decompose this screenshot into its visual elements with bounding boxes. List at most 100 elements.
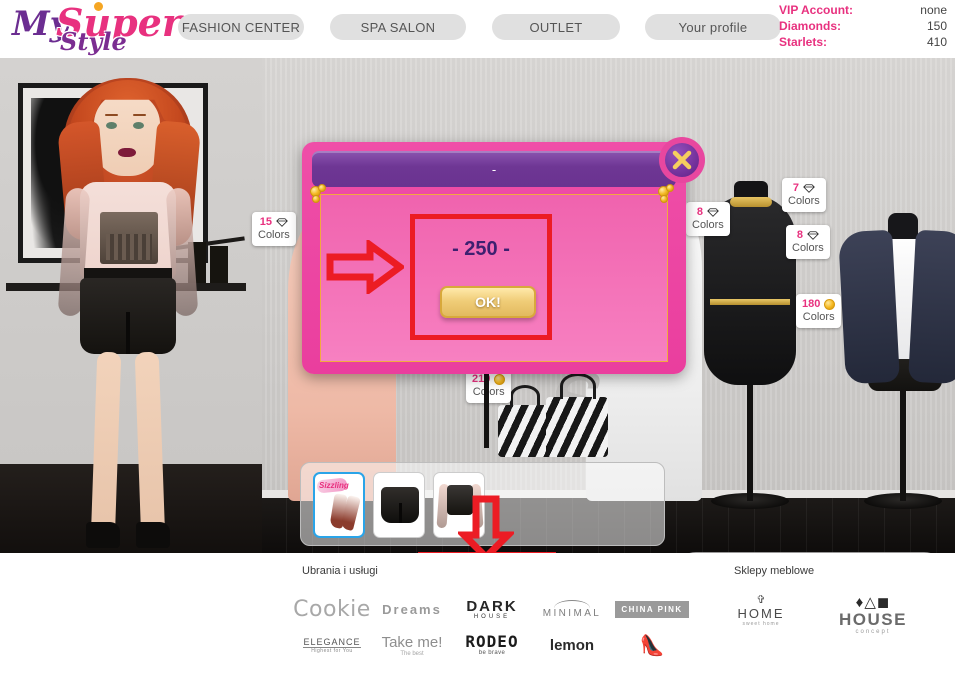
account-row-diamonds: Diamonds: 150 — [779, 18, 947, 34]
close-icon — [672, 150, 692, 170]
price-tag-top: 8 — [692, 205, 724, 219]
nav-your-profile[interactable]: Your profile — [645, 14, 781, 40]
diamonds-label: Diamonds: — [779, 19, 842, 33]
brand-home-sub-label: sweet home — [742, 621, 780, 627]
striped-bags — [498, 367, 618, 457]
brand-dark-label: DARK — [466, 597, 518, 615]
vip-value: none — [920, 3, 947, 17]
diamond-icon — [807, 230, 819, 240]
modal-close-button[interactable] — [659, 137, 705, 183]
price-tag-top: 180 — [802, 297, 836, 311]
avatar-brow-left — [105, 114, 118, 116]
brand-home-label: HOME — [737, 606, 785, 621]
price-unit: Colors — [802, 311, 835, 323]
player-avatar[interactable] — [28, 70, 228, 548]
price-amount: 7 — [792, 182, 799, 194]
brand-take-me-sub-label: The best — [400, 650, 424, 657]
nav-spa-salon[interactable]: SPA SALON — [330, 14, 466, 40]
game-stage: 𝑺 — [0, 58, 955, 553]
account-summary: VIP Account: none Diamonds: 150 Starlets… — [779, 2, 947, 50]
furniture-brand-grid: ✞ HOME sweet home ♦△◼ HOUSE concept — [718, 593, 916, 635]
brand-china-pink[interactable]: CHINA PINK — [612, 591, 692, 627]
brand-shoe[interactable]: 👠 — [612, 627, 692, 663]
brand-lemon-label: lemon — [549, 636, 595, 654]
thumbnail-strappy-heels[interactable]: Sizzling — [313, 472, 365, 538]
high-heel-shoe-icon: 👠 — [639, 634, 665, 657]
avatar-lips — [118, 148, 136, 157]
coin-icon — [666, 184, 674, 192]
brand-lemon[interactable]: lemon — [532, 627, 612, 663]
annotation-highlight-modal — [410, 214, 552, 340]
site-footer: Ubrania i usługi Sklepy meblowe Cookie D… — [0, 553, 955, 675]
brand-rodeo[interactable]: RODEO be brave — [452, 627, 532, 663]
coin-icon — [312, 195, 320, 203]
account-row-starlets: Starlets: 410 — [779, 34, 947, 50]
brand-house-concept[interactable]: ♦△◼ HOUSE concept — [830, 593, 916, 635]
logo-style: Style — [60, 27, 127, 56]
price-tag-top: 7 — [788, 181, 820, 195]
price-tag-7[interactable]: 7 Colors — [782, 178, 826, 212]
diamond-icon — [803, 183, 815, 193]
brand-dreams[interactable]: Dreams — [372, 591, 452, 627]
brand-elegance[interactable]: ELEGANCE Highest for You — [292, 627, 372, 663]
price-tag-180[interactable]: 180 Colors — [796, 294, 842, 328]
center-display-pole — [484, 374, 489, 448]
brand-rodeo-label: RODEO — [465, 632, 519, 651]
brand-dark-house[interactable]: DARK HOUSE — [452, 591, 532, 627]
game-page: My Super Style FASHION CENTER SPA SALON … — [0, 0, 955, 675]
brand-cookie[interactable]: Cookie — [292, 591, 372, 627]
annotation-arrow-down-icon — [458, 495, 514, 553]
price-tag-top: 8 — [792, 228, 824, 242]
nav-outlet[interactable]: OUTLET — [492, 14, 620, 40]
price-unit: Colors — [258, 229, 290, 241]
home-ornament-icon: ✞ — [756, 594, 766, 606]
gold-necklace — [730, 197, 772, 207]
modal-ok-button[interactable]: OK! — [440, 286, 536, 318]
avatar-face — [94, 92, 160, 176]
bag-handle-small-icon — [510, 385, 540, 407]
thumbnail-black-shorts[interactable] — [373, 472, 425, 538]
brand-take-me-label: Take me! — [381, 633, 443, 651]
bag-handle-large-icon — [560, 373, 596, 399]
coin-icon — [824, 298, 836, 310]
mannequin-pole — [747, 381, 753, 501]
avatar-shoe-right — [136, 522, 170, 548]
blazer-left-panel — [838, 229, 900, 385]
close-button-inner — [665, 143, 699, 177]
price-amount: 180 — [802, 298, 821, 310]
modal-price-text: - 250 - — [452, 238, 510, 260]
minimal-arc-icon — [554, 599, 590, 608]
brand-elegance-label: ELEGANCE — [303, 636, 361, 648]
site-header: My Super Style FASHION CENTER SPA SALON … — [0, 0, 955, 58]
starlets-label: Starlets: — [779, 35, 828, 49]
modal-title-bar: - — [312, 151, 676, 187]
brand-take-me[interactable]: Take me! The best — [372, 627, 452, 663]
nav-fashion-center[interactable]: FASHION CENTER — [178, 14, 304, 40]
modal-corner-coins-right — [658, 184, 680, 206]
diamond-icon — [707, 207, 719, 217]
account-row-vip: VIP Account: none — [779, 2, 947, 18]
price-tag-8b[interactable]: 8 Colors — [786, 225, 830, 259]
site-logo[interactable]: My Super Style — [8, 0, 182, 56]
bag-small — [498, 405, 552, 457]
price-amount: 8 — [796, 229, 803, 241]
price-tag-15[interactable]: 15 Colors — [252, 212, 296, 246]
price-tag-top: 15 — [258, 215, 290, 229]
brand-home[interactable]: ✞ HOME sweet home — [718, 593, 804, 635]
brand-china-pink-label: CHINA PINK — [615, 600, 689, 618]
price-tag-8a[interactable]: 8 Colors — [686, 202, 730, 236]
price-amount: 15 — [259, 216, 273, 228]
bag-large — [546, 397, 608, 457]
avatar-panel[interactable] — [0, 58, 262, 553]
clothing-brand-row-1: Cookie Dreams DARK HOUSE MINIMAL CHINA P… — [292, 591, 692, 627]
mannequin-pole — [900, 381, 906, 501]
brand-minimal[interactable]: MINIMAL — [532, 591, 612, 627]
clothing-section-heading: Ubrania i usługi — [302, 565, 378, 577]
furniture-chairs-icon: ♦△◼ — [855, 594, 891, 611]
modal-corner-coins-left — [310, 184, 332, 206]
avatar-shoe-left — [86, 522, 120, 548]
brand-minimal-label: MINIMAL — [542, 607, 602, 619]
mannequin-navy-blazer[interactable] — [838, 161, 955, 509]
avatar-leg-right — [134, 351, 166, 543]
price-unit: Colors — [692, 219, 724, 231]
